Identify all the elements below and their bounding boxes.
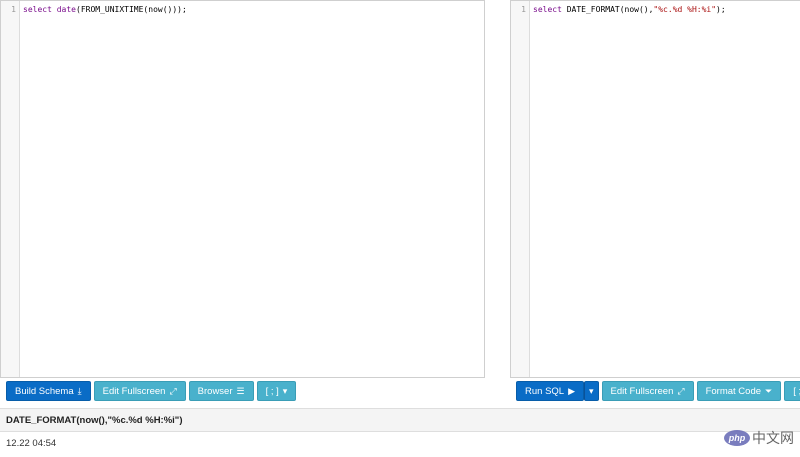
query-code-line[interactable]: select DATE_FORMAT(now(),"%c.%d %H:%i"); — [533, 5, 726, 14]
schema-code-line[interactable]: select date(FROM_UNIXTIME(now())); — [23, 5, 187, 14]
code-text: DATE_FORMAT(now(), — [561, 5, 654, 14]
line-gutter: 1 — [511, 1, 530, 377]
edit-fullscreen-label: Edit Fullscreen — [102, 385, 166, 397]
edit-fullscreen-button[interactable]: Edit Fullscreen ⤢ — [601, 381, 694, 401]
keyword: date — [56, 5, 76, 14]
run-sql-button[interactable]: Run SQL ▶ — [516, 381, 584, 401]
code-text: ); — [716, 5, 726, 14]
keyword: select — [23, 5, 52, 14]
format-code-button[interactable]: Format Code ⏷ — [696, 381, 782, 401]
string-literal: "%c.%d %H:%i" — [653, 5, 717, 14]
keyword: select — [533, 5, 562, 14]
browser-label: Browser — [197, 385, 233, 397]
run-sql-group: Run SQL ▶ ▾ — [516, 381, 599, 401]
query-toolbar: Run SQL ▶ ▾ Edit Fullscreen ⤢ Format Cod… — [516, 381, 800, 401]
format-code-label: Format Code — [705, 385, 762, 397]
watermark-logo: php 中文网 — [724, 428, 794, 448]
watermark-text: 中文网 — [752, 431, 794, 447]
edit-fullscreen-label: Edit Fullscreen — [610, 385, 674, 397]
download-icon: ⤓ — [77, 385, 82, 396]
query-editor[interactable]: 1 select DATE_FORMAT(now(),"%c.%d %H:%i"… — [510, 0, 800, 378]
line-gutter: 1 — [1, 1, 20, 377]
schema-editor[interactable]: 1 select date(FROM_UNIXTIME(now())); — [0, 0, 485, 378]
build-schema-button[interactable]: Build Schema ⤓ — [6, 381, 91, 401]
delimiter-label: [ ; ] — [265, 385, 279, 397]
delimiter-label: [ ; ] — [793, 385, 800, 397]
run-sql-label: Run SQL — [525, 385, 565, 397]
edit-fullscreen-button[interactable]: Edit Fullscreen ⤢ — [93, 381, 186, 401]
php-badge: php — [724, 430, 750, 446]
build-schema-label: Build Schema — [15, 385, 74, 397]
caret-down-icon: ▾ — [589, 385, 594, 396]
schema-toolbar: Build Schema ⤓ Edit Fullscreen ⤢ Browser… — [6, 381, 297, 401]
delimiter-dropdown[interactable]: [ ; ] ▾ — [784, 381, 800, 401]
line-number: 1 — [521, 5, 526, 14]
browser-button[interactable]: Browser ☰ — [188, 381, 254, 401]
result-column-header: DATE_FORMAT(now(),"%c.%d %H:%i") — [6, 415, 183, 426]
run-sql-dropdown[interactable]: ▾ — [584, 381, 599, 401]
tree-icon: ☰ — [236, 385, 245, 396]
expand-icon: ⤢ — [169, 385, 177, 396]
delimiter-dropdown[interactable]: [ ; ] ▾ — [256, 381, 297, 401]
line-number: 1 — [11, 5, 16, 14]
results-header: DATE_FORMAT(now(),"%c.%d %H:%i") — [0, 408, 800, 432]
code-text: (FROM_UNIXTIME(now())); — [76, 5, 187, 14]
expand-icon: ⤢ — [677, 385, 685, 396]
play-icon: ▶ — [568, 385, 575, 396]
result-cell: 12.22 04:54 — [6, 438, 57, 449]
caret-down-icon: ▾ — [282, 385, 288, 396]
filter-icon: ⏷ — [765, 385, 773, 396]
